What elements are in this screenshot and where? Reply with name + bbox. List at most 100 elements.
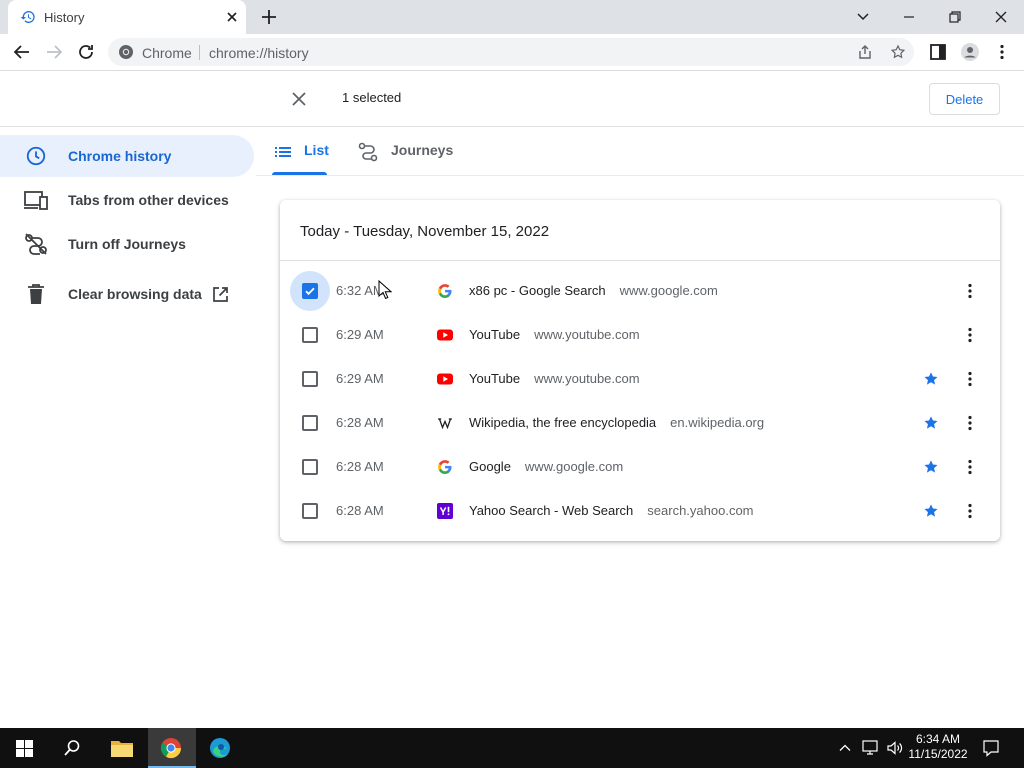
sidebar-item-chrome-history[interactable]: Chrome history — [0, 135, 254, 177]
page-link[interactable]: x86 pc - Google Search www.google.com — [469, 283, 718, 298]
back-icon[interactable] — [12, 42, 32, 62]
browser-tab-history[interactable]: History — [8, 0, 246, 34]
row-actions-kebab-icon[interactable] — [960, 501, 980, 521]
folder-icon — [110, 738, 134, 758]
row-checkbox[interactable] — [302, 415, 318, 431]
close-tab-icon[interactable] — [224, 9, 240, 25]
page-title: YouTube — [469, 371, 521, 386]
new-tab-icon[interactable] — [260, 8, 278, 26]
visit-time: 6:29 AM — [336, 327, 384, 342]
row-checkbox[interactable] — [302, 327, 318, 343]
visit-time: 6:28 AM — [336, 503, 384, 518]
taskbar-search-button[interactable] — [48, 728, 96, 768]
page-domain: www.google.com — [619, 283, 718, 298]
share-icon[interactable] — [857, 44, 873, 60]
bookmarked-star-icon[interactable] — [923, 459, 939, 475]
sidebar-item-clear-browsing-data[interactable]: Clear browsing data — [0, 273, 254, 315]
youtube-favicon-icon — [437, 371, 453, 387]
browser-toolbar: Chrome chrome://history — [0, 34, 1024, 71]
sidebar-item-tabs-other-devices[interactable]: Tabs from other devices — [0, 179, 254, 221]
volume-icon[interactable] — [886, 740, 904, 756]
row-checkbox[interactable] — [302, 283, 318, 299]
forward-icon[interactable] — [44, 42, 64, 62]
row-actions-kebab-icon[interactable] — [960, 413, 980, 433]
date-header: Today - Tuesday, November 15, 2022 — [300, 223, 550, 240]
taskbar-chrome[interactable] — [148, 728, 196, 768]
page-link[interactable]: Yahoo Search - Web Search search.yahoo.co… — [469, 503, 754, 518]
bookmarked-star-icon[interactable] — [923, 371, 939, 387]
minimize-icon[interactable] — [898, 6, 920, 28]
menu-kebab-icon[interactable] — [992, 42, 1012, 62]
delete-button[interactable]: Delete — [929, 83, 1000, 115]
tab-search-chevron-icon[interactable] — [852, 6, 874, 28]
profile-avatar-icon[interactable] — [960, 42, 980, 62]
yahoo-favicon-icon — [437, 503, 453, 519]
page-link[interactable]: Google www.google.com — [469, 459, 623, 474]
page-title: Google — [469, 459, 511, 474]
google-favicon-icon — [437, 283, 453, 299]
history-row[interactable]: 6:29 AM YouTube www.youtube.com — [280, 357, 1000, 401]
site-chip-label: Chrome — [142, 45, 192, 61]
row-actions-kebab-icon[interactable] — [960, 457, 980, 477]
row-checkbox[interactable] — [302, 503, 318, 519]
edge-logo-icon — [209, 737, 231, 759]
network-icon[interactable] — [862, 740, 880, 756]
card-divider — [280, 260, 1000, 261]
page-domain: www.google.com — [524, 459, 624, 474]
tab-strip: History — [0, 0, 1024, 34]
google-favicon-icon — [437, 459, 453, 475]
bookmark-star-icon[interactable] — [890, 44, 906, 60]
page-link[interactable]: YouTube www.youtube.com — [469, 371, 640, 386]
start-button[interactable] — [0, 728, 48, 768]
mouse-cursor-icon — [378, 280, 392, 300]
page-title: x86 pc - Google Search — [469, 283, 606, 298]
row-checkbox[interactable] — [302, 459, 318, 475]
omnibox[interactable]: Chrome chrome://history — [108, 38, 914, 66]
taskbar-file-explorer[interactable] — [98, 728, 146, 768]
page-link[interactable]: YouTube www.youtube.com — [469, 327, 640, 342]
visit-time: 6:28 AM — [336, 459, 384, 474]
omnibox-separator — [199, 45, 200, 60]
visit-time: 6:29 AM — [336, 371, 384, 386]
history-row[interactable]: 6:28 AM Wikipedia, the free encyclopedia… — [280, 401, 1000, 445]
bookmarked-star-icon[interactable] — [923, 503, 939, 519]
row-checkbox[interactable] — [302, 371, 318, 387]
sidebar-item-label: Turn off Journeys — [68, 236, 186, 252]
tabs-divider — [256, 175, 1024, 176]
row-actions-kebab-icon[interactable] — [960, 369, 980, 389]
row-actions-kebab-icon[interactable] — [960, 281, 980, 301]
restore-icon[interactable] — [944, 6, 966, 28]
show-hidden-icons-chevron-icon[interactable] — [838, 741, 852, 755]
clock-icon — [24, 145, 48, 167]
sidebar-item-turn-off-journeys[interactable]: Turn off Journeys — [0, 223, 254, 265]
close-window-icon[interactable] — [990, 6, 1012, 28]
tab-label: List — [304, 142, 329, 158]
windows-taskbar: 6:34 AM 11/15/2022 — [0, 728, 1024, 768]
reload-icon[interactable] — [76, 42, 96, 62]
notifications-icon[interactable] — [982, 739, 1000, 757]
trash-icon — [24, 283, 48, 305]
tab-list[interactable]: List — [272, 128, 332, 176]
history-row[interactable]: 6:28 AM Google www.google.com — [280, 445, 1000, 489]
history-row[interactable]: 6:29 AM YouTube www.youtube.com — [280, 313, 1000, 357]
wikipedia-favicon-icon — [437, 415, 453, 431]
taskbar-edge[interactable] — [197, 728, 245, 768]
tab-journeys[interactable]: Journeys — [358, 128, 458, 176]
clear-selection-icon[interactable] — [290, 90, 308, 108]
bookmarked-star-icon[interactable] — [923, 415, 939, 431]
list-icon — [274, 143, 292, 161]
system-clock[interactable]: 6:34 AM 11/15/2022 — [904, 732, 972, 762]
chrome-logo-icon — [160, 737, 182, 759]
history-row[interactable]: 6:28 AM Yahoo Search - Web Search search.… — [280, 489, 1000, 533]
row-actions-kebab-icon[interactable] — [960, 325, 980, 345]
side-panel-icon[interactable] — [928, 42, 948, 62]
page-link[interactable]: Wikipedia, the free encyclopedia en.wikip… — [469, 415, 764, 430]
journeys-off-icon — [24, 233, 48, 255]
visit-time: 6:28 AM — [336, 415, 384, 430]
windows-logo-icon — [16, 740, 33, 757]
tab-label: Journeys — [391, 142, 454, 158]
history-icon — [20, 9, 36, 25]
page-domain: search.yahoo.com — [647, 503, 754, 518]
devices-icon — [24, 189, 48, 211]
sidebar-item-label: Chrome history — [68, 148, 172, 164]
